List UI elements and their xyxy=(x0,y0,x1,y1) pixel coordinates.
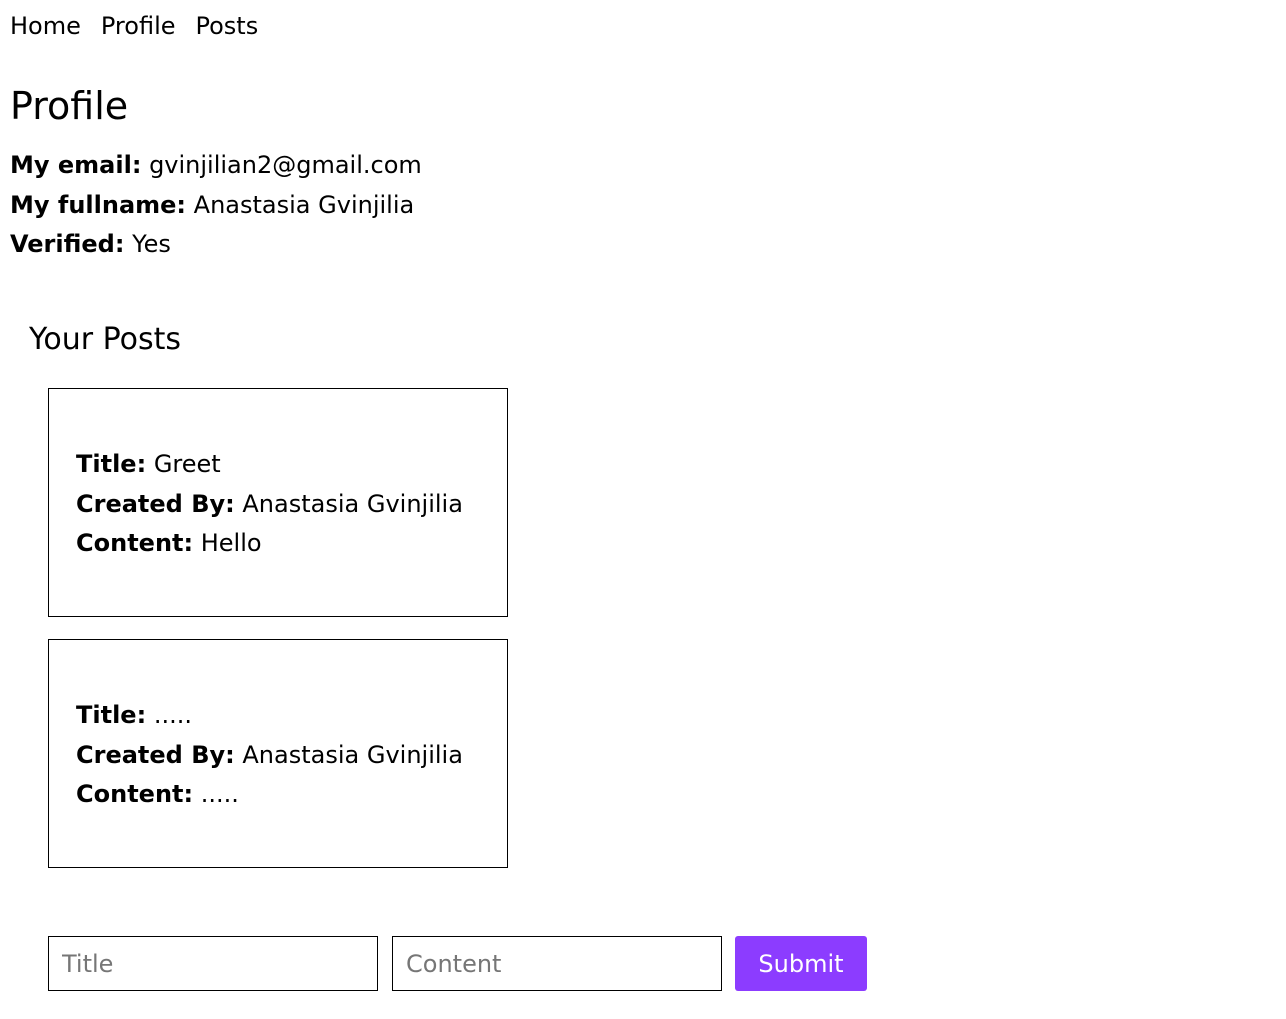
post-title-label: Title: xyxy=(76,701,147,729)
email-label: My email: xyxy=(10,151,142,179)
fullname-label: My fullname: xyxy=(10,190,187,219)
post-author-row: Created By: Anastasia Gvinjilia xyxy=(76,485,463,525)
verified-label: Verified: xyxy=(10,230,125,258)
post-title-label: Title: xyxy=(76,450,147,478)
new-post-form: Submit xyxy=(48,936,867,991)
submit-button[interactable]: Submit xyxy=(735,936,867,991)
post-content-row: Content: Hello xyxy=(76,524,463,564)
post-author-label: Created By: xyxy=(76,489,235,518)
verified-value: Yes xyxy=(132,230,171,258)
nav-link-profile[interactable]: Profile xyxy=(101,10,176,42)
post-content-label: Content: xyxy=(76,529,194,557)
email-row: My email: gvinjilian2@gmail.com xyxy=(10,146,422,186)
post-title-value: Greet xyxy=(153,450,221,478)
nav-link-posts[interactable]: Posts xyxy=(196,10,259,42)
fullname-row: My fullname: Anastasia Gvinjilia xyxy=(10,186,422,226)
top-nav: Home Profile Posts xyxy=(10,10,278,42)
post-card: Title: Greet Created By: Anastasia Gvinj… xyxy=(48,388,508,617)
fullname-value: Anastasia Gvinjilia xyxy=(193,190,415,219)
post-author-value: Anastasia Gvinjilia xyxy=(242,740,463,769)
post-author-row: Created By: Anastasia Gvinjilia xyxy=(76,736,463,776)
post-title-value: ..... xyxy=(153,701,192,729)
post-content-value: ..... xyxy=(200,780,239,808)
profile-info: My email: gvinjilian2@gmail.com My fulln… xyxy=(10,146,422,265)
title-input[interactable] xyxy=(48,936,378,991)
email-value: gvinjilian2@gmail.com xyxy=(149,151,422,179)
post-title-row: Title: Greet xyxy=(76,445,463,485)
verified-row: Verified: Yes xyxy=(10,225,422,265)
post-card: Title: ..... Created By: Anastasia Gvinj… xyxy=(48,639,508,868)
post-title-row: Title: ..... xyxy=(76,696,463,736)
post-content-row: Content: ..... xyxy=(76,775,463,815)
content-input[interactable] xyxy=(392,936,722,991)
page-title: Profile xyxy=(10,84,129,128)
posts-section-title: Your Posts xyxy=(29,322,181,357)
nav-link-home[interactable]: Home xyxy=(10,10,81,42)
post-author-value: Anastasia Gvinjilia xyxy=(242,489,463,518)
post-author-label: Created By: xyxy=(76,740,235,769)
post-content-value: Hello xyxy=(200,529,262,557)
post-content-label: Content: xyxy=(76,780,194,808)
